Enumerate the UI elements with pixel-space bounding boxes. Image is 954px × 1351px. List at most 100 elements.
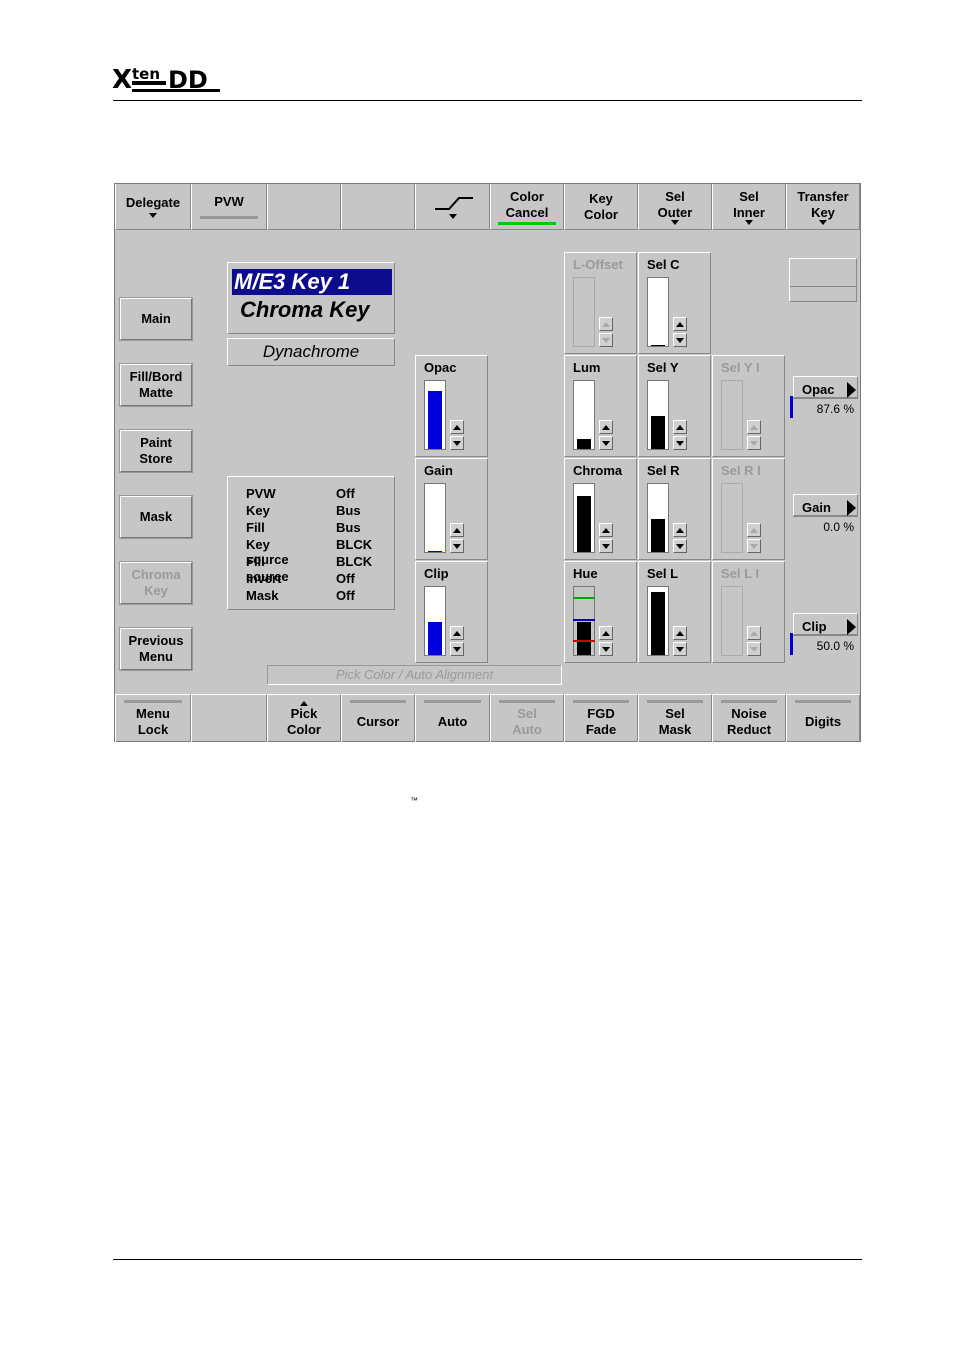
cursor-button[interactable]: Cursor [341, 694, 415, 742]
delegate-button[interactable]: Delegate [115, 184, 191, 230]
color-cancel-button[interactable]: Color Cancel [490, 184, 564, 230]
l-offset-meter[interactable] [573, 277, 595, 347]
sel-c-meter[interactable] [647, 277, 669, 347]
chroma-meter[interactable] [573, 483, 595, 553]
bottom-blank-button[interactable] [191, 694, 267, 742]
step-up-button[interactable] [747, 523, 761, 537]
hue-meter[interactable] [573, 586, 595, 656]
stepper[interactable] [599, 420, 613, 450]
step-up-button[interactable] [450, 420, 464, 434]
sel-mask-button[interactable]: Sel Mask [638, 694, 712, 742]
step-down-button[interactable] [673, 539, 687, 553]
sel-li-meter[interactable] [721, 586, 743, 656]
step-up-button[interactable] [747, 626, 761, 640]
step-up-button[interactable] [599, 317, 613, 331]
key-mode: Dynachrome [227, 338, 395, 366]
top-blank-button-2[interactable] [341, 184, 415, 230]
up-arrow-icon [676, 630, 684, 636]
step-up-button[interactable] [673, 317, 687, 331]
step-down-button[interactable] [673, 436, 687, 450]
stepper[interactable] [599, 626, 613, 656]
step-up-button[interactable] [599, 420, 613, 434]
clip-indicator [790, 633, 793, 655]
sel-ri-meter[interactable] [721, 483, 743, 553]
step-down-button[interactable] [599, 333, 613, 347]
chroma-key-button[interactable]: Chroma Key [119, 561, 193, 605]
auto-button[interactable]: Auto [415, 694, 490, 742]
key-curve-button[interactable] [415, 184, 490, 230]
sel-auto-button[interactable]: Sel Auto [490, 694, 564, 742]
sel-outer-button[interactable]: Sel Outer [638, 184, 712, 230]
step-up-button[interactable] [673, 626, 687, 640]
stepper[interactable] [673, 626, 687, 656]
step-up-button[interactable] [747, 420, 761, 434]
gain-control-label: Gain [802, 500, 831, 515]
step-down-button[interactable] [450, 436, 464, 450]
hint-text: Pick Color / Auto Alignment [267, 665, 562, 685]
step-up-button[interactable] [599, 626, 613, 640]
sel-l-meter[interactable] [647, 586, 669, 656]
digits-button[interactable]: Digits [786, 694, 860, 742]
previous-menu-button[interactable]: Previous Menu [119, 627, 193, 671]
stepper[interactable] [747, 626, 761, 656]
step-down-button[interactable] [673, 642, 687, 656]
stepper[interactable] [599, 523, 613, 553]
step-down-button[interactable] [747, 539, 761, 553]
clip-meter[interactable] [424, 586, 446, 656]
l-offset-label: L-Offset [573, 257, 623, 272]
clip-control[interactable]: Clip 50.0 % [790, 613, 858, 657]
right-arrow-icon [847, 500, 856, 516]
fgd-fade-button[interactable]: FGD Fade [564, 694, 638, 742]
pvw-button[interactable]: PVW [191, 184, 267, 230]
step-down-button[interactable] [747, 436, 761, 450]
step-up-button[interactable] [599, 523, 613, 537]
delegate-label: Delegate [125, 195, 181, 210]
stepper[interactable] [673, 420, 687, 450]
stepper[interactable] [599, 317, 613, 347]
mask-button[interactable]: Mask [119, 495, 193, 539]
up-arrow-icon [453, 630, 461, 636]
sel-inner-button[interactable]: Sel Inner [712, 184, 786, 230]
menu-lock-button[interactable]: Menu Lock [115, 694, 191, 742]
main-button[interactable]: Main [119, 297, 193, 341]
status-value: Off [336, 588, 355, 603]
key-color-button[interactable]: Key Color [564, 184, 638, 230]
step-down-button[interactable] [599, 436, 613, 450]
sel-r-meter[interactable] [647, 483, 669, 553]
step-up-button[interactable] [450, 523, 464, 537]
fill-bord-matte-button[interactable]: Fill/Bord Matte [119, 363, 193, 407]
step-up-button[interactable] [673, 523, 687, 537]
sel-c-meter-panel: Sel C [638, 252, 711, 354]
lum-meter[interactable] [573, 380, 595, 450]
stepper[interactable] [747, 420, 761, 450]
stepper[interactable] [450, 523, 464, 553]
step-down-button[interactable] [599, 539, 613, 553]
step-up-button[interactable] [450, 626, 464, 640]
stepper[interactable] [450, 420, 464, 450]
lum-label: Lum [573, 360, 601, 375]
sel-y-meter[interactable] [647, 380, 669, 450]
gain-meter[interactable] [424, 483, 446, 553]
step-down-button[interactable] [673, 333, 687, 347]
status-key: Key [246, 503, 270, 518]
opac-control[interactable]: Opac 87.6 % [790, 376, 858, 420]
sel-yi-meter[interactable] [721, 380, 743, 450]
step-down-button[interactable] [747, 642, 761, 656]
top-blank-button-1[interactable] [267, 184, 341, 230]
opac-meter[interactable] [424, 380, 446, 450]
step-down-button[interactable] [599, 642, 613, 656]
step-down-button[interactable] [450, 642, 464, 656]
step-down-button[interactable] [450, 539, 464, 553]
noise-reduct-button[interactable]: Noise Reduct [712, 694, 786, 742]
step-up-button[interactable] [673, 420, 687, 434]
chroma-label: Chroma [573, 463, 623, 478]
fgd-fade-label2: Fade [585, 721, 617, 737]
paint-store-button[interactable]: Paint Store [119, 429, 193, 473]
stepper[interactable] [673, 523, 687, 553]
gain-control[interactable]: Gain 0.0 % [790, 494, 858, 538]
stepper[interactable] [747, 523, 761, 553]
stepper[interactable] [450, 626, 464, 656]
stepper[interactable] [673, 317, 687, 347]
transfer-key-button[interactable]: Transfer Key [786, 184, 860, 230]
pick-color-button[interactable]: Pick Color [267, 694, 341, 742]
